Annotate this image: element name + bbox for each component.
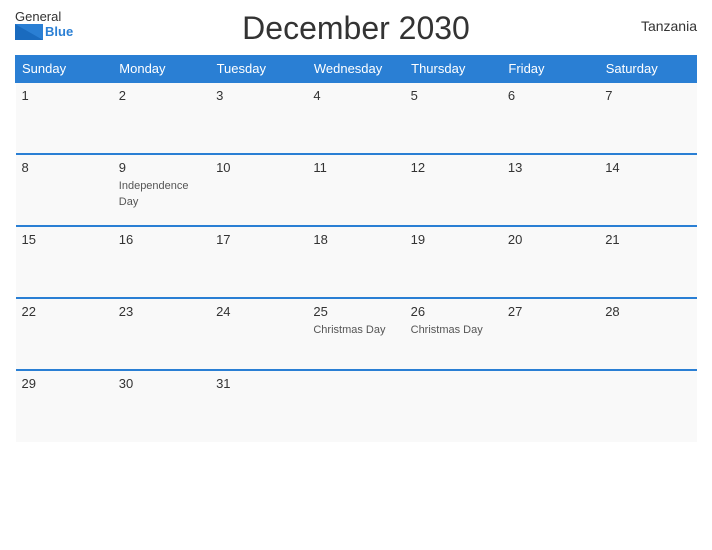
day-number: 22 bbox=[22, 304, 107, 319]
day-cell: 2 bbox=[113, 82, 210, 154]
day-number: 21 bbox=[605, 232, 690, 247]
header-saturday: Saturday bbox=[599, 56, 696, 83]
logo-blue-text: Blue bbox=[45, 25, 73, 38]
day-number: 4 bbox=[313, 88, 398, 103]
logo-flag-icon bbox=[15, 24, 43, 40]
holiday-label: Independence Day bbox=[119, 180, 189, 208]
day-number: 13 bbox=[508, 160, 593, 175]
day-number: 3 bbox=[216, 88, 301, 103]
day-cell: 4 bbox=[307, 82, 404, 154]
day-cell: 17 bbox=[210, 226, 307, 298]
day-cell: 27 bbox=[502, 298, 599, 370]
day-cell: 3 bbox=[210, 82, 307, 154]
day-number: 6 bbox=[508, 88, 593, 103]
week-row-5: 29 30 31 bbox=[16, 370, 697, 442]
day-cell: 9 Independence Day bbox=[113, 154, 210, 226]
week-row-4: 22 23 24 25 Christmas Day 26 Christmas Day 27 28 bbox=[16, 298, 697, 370]
day-number: 9 bbox=[119, 160, 204, 175]
day-cell: 13 bbox=[502, 154, 599, 226]
calendar-title: December 2030 bbox=[242, 10, 470, 47]
day-number: 26 bbox=[411, 304, 496, 319]
day-cell: 6 bbox=[502, 82, 599, 154]
calendar-container: General Blue December 2030 Tanzania Sund… bbox=[0, 0, 712, 550]
day-cell bbox=[405, 370, 502, 442]
day-number: 10 bbox=[216, 160, 301, 175]
day-cell: 24 bbox=[210, 298, 307, 370]
day-cell: 31 bbox=[210, 370, 307, 442]
day-cell: 19 bbox=[405, 226, 502, 298]
header-thursday: Thursday bbox=[405, 56, 502, 83]
day-cell: 8 bbox=[16, 154, 113, 226]
logo-general-text: General bbox=[15, 10, 61, 23]
day-cell: 21 bbox=[599, 226, 696, 298]
day-number: 31 bbox=[216, 376, 301, 391]
day-number: 19 bbox=[411, 232, 496, 247]
day-number: 30 bbox=[119, 376, 204, 391]
holiday-label: Christmas Day bbox=[313, 324, 385, 336]
day-number: 5 bbox=[411, 88, 496, 103]
calendar-header: General Blue December 2030 Tanzania bbox=[15, 10, 697, 47]
day-cell: 25 Christmas Day bbox=[307, 298, 404, 370]
day-number: 15 bbox=[22, 232, 107, 247]
day-number: 7 bbox=[605, 88, 690, 103]
country-label: Tanzania bbox=[641, 18, 697, 34]
day-cell: 1 bbox=[16, 82, 113, 154]
day-cell bbox=[502, 370, 599, 442]
day-number: 29 bbox=[22, 376, 107, 391]
day-number: 16 bbox=[119, 232, 204, 247]
weekday-header-row: Sunday Monday Tuesday Wednesday Thursday… bbox=[16, 56, 697, 83]
holiday-label: Christmas Day bbox=[411, 324, 483, 336]
day-cell bbox=[599, 370, 696, 442]
day-cell: 14 bbox=[599, 154, 696, 226]
week-row-2: 89 Independence Day 10 11 12 13 14 bbox=[16, 154, 697, 226]
day-cell bbox=[307, 370, 404, 442]
day-number: 28 bbox=[605, 304, 690, 319]
day-number: 27 bbox=[508, 304, 593, 319]
day-cell: 5 bbox=[405, 82, 502, 154]
header-monday: Monday bbox=[113, 56, 210, 83]
day-number: 23 bbox=[119, 304, 204, 319]
day-cell: 7 bbox=[599, 82, 696, 154]
day-number: 14 bbox=[605, 160, 690, 175]
header-sunday: Sunday bbox=[16, 56, 113, 83]
day-cell: 28 bbox=[599, 298, 696, 370]
calendar-table: Sunday Monday Tuesday Wednesday Thursday… bbox=[15, 55, 697, 442]
header-friday: Friday bbox=[502, 56, 599, 83]
day-number: 25 bbox=[313, 304, 398, 319]
day-number: 20 bbox=[508, 232, 593, 247]
day-cell: 15 bbox=[16, 226, 113, 298]
day-cell: 12 bbox=[405, 154, 502, 226]
day-number: 12 bbox=[411, 160, 496, 175]
day-number: 17 bbox=[216, 232, 301, 247]
week-row-1: 1234567 bbox=[16, 82, 697, 154]
day-number: 18 bbox=[313, 232, 398, 247]
logo: General Blue bbox=[15, 10, 73, 40]
day-cell: 26 Christmas Day bbox=[405, 298, 502, 370]
day-number: 24 bbox=[216, 304, 301, 319]
day-cell: 22 bbox=[16, 298, 113, 370]
day-number: 8 bbox=[22, 160, 107, 175]
day-cell: 11 bbox=[307, 154, 404, 226]
day-number: 2 bbox=[119, 88, 204, 103]
day-cell: 18 bbox=[307, 226, 404, 298]
week-row-3: 15 16 17 18 19 20 21 bbox=[16, 226, 697, 298]
day-cell: 10 bbox=[210, 154, 307, 226]
day-cell: 30 bbox=[113, 370, 210, 442]
header-tuesday: Tuesday bbox=[210, 56, 307, 83]
day-number: 1 bbox=[22, 88, 107, 103]
day-number: 11 bbox=[313, 160, 398, 175]
header-wednesday: Wednesday bbox=[307, 56, 404, 83]
day-cell: 16 bbox=[113, 226, 210, 298]
day-cell: 23 bbox=[113, 298, 210, 370]
day-cell: 20 bbox=[502, 226, 599, 298]
day-cell: 29 bbox=[16, 370, 113, 442]
